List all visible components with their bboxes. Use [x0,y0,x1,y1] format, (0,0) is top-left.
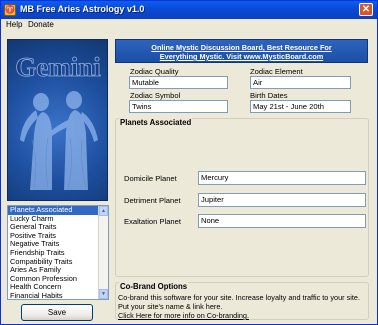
zodiac-symbol-label: Zodiac Symbol [130,91,181,100]
list-item-positive-traits[interactable]: Positive Traits [8,232,99,241]
list-item-lucky-charm[interactable]: Lucky Charm [8,215,99,224]
detriment-planet-label: Detriment Planet [124,196,181,205]
window-title: MB Free Aries Astrology v1.0 [20,4,145,14]
birth-dates-label: Birth Dates [250,91,288,100]
topic-list[interactable]: Planets Associated Lucky Charm General T… [7,205,109,300]
twins-figures [20,91,98,190]
zodiac-element-field[interactable]: Air [250,76,351,89]
gemini-twins-illustration: Gemini [15,52,102,190]
banner-line-2[interactable]: Everything Mystic. Visit www.MysticBoard… [116,52,367,61]
list-item-compatibility-traits[interactable]: Compatibility Traits [8,258,99,267]
domicile-planet-label: Domicile Planet [124,174,177,183]
close-button[interactable]: ✕ [359,3,373,16]
zodiac-info: Zodiac Quality Mutable Zodiac Element Ai… [115,67,368,115]
list-item-health-concern[interactable]: Health Concern [8,283,99,292]
list-scrollbar[interactable]: ▲ ▼ [98,206,108,299]
list-item-general-traits[interactable]: General Traits [8,223,99,232]
list-item-aries-as-family[interactable]: Aries As Family [8,266,99,275]
list-item-financial-habits[interactable]: Financial Habits [8,292,99,299]
list-item-friendship-traits[interactable]: Friendship Traits [8,249,99,258]
sign-name-text: Gemini [15,52,101,82]
list-item-planets-associated[interactable]: Planets Associated [8,206,99,215]
zodiac-quality-label: Zodiac Quality [130,67,179,76]
list-item-common-profession[interactable]: Common Profession [8,275,99,284]
birth-dates-field[interactable]: May 21st - June 20th [250,100,351,113]
menu-bar: Help Donate [1,19,377,32]
menu-donate[interactable]: Donate [28,20,54,29]
zodiac-symbol-field[interactable]: Twins [129,100,228,113]
zodiac-quality-field[interactable]: Mutable [129,76,228,89]
topic-list-items: Planets Associated Lucky Charm General T… [8,206,99,299]
save-button[interactable]: Save [21,304,93,321]
app-window: ♈ MB Free Aries Astrology v1.0 ✕ Help Do… [0,0,378,325]
mysticboard-banner[interactable]: Online Mystic Discussion Board, Best Res… [115,39,368,63]
menu-help[interactable]: Help [6,20,22,29]
zodiac-element-label: Zodiac Element [250,67,303,76]
co-branding-link[interactable]: Click Here for more info on Co-branding. [118,311,249,320]
detriment-planet-field[interactable]: Jupiter [198,193,366,207]
planets-associated-group: Planets Associated Domicile Planet Mercu… [115,118,369,277]
banner-line-1[interactable]: Online Mystic Discussion Board, Best Res… [116,43,367,52]
co-brand-description: Co-brand this software for your site. In… [118,293,360,311]
co-brand-title: Co-Brand Options [119,282,189,291]
exaltation-planet-label: Exaltation Planet [124,217,181,226]
aries-app-icon: ♈ [4,4,16,16]
scroll-down-arrow-icon[interactable]: ▼ [99,289,108,299]
planets-group-title: Planets Associated [119,118,193,127]
list-item-negative-traits[interactable]: Negative Traits [8,240,99,249]
scroll-up-arrow-icon[interactable]: ▲ [99,206,108,216]
domicile-planet-field[interactable]: Mercury [198,171,366,185]
exaltation-planet-field[interactable]: None [198,214,366,228]
co-brand-group: Co-Brand Options Co-brand this software … [115,282,369,320]
sign-illustration-panel: Gemini [7,39,108,201]
title-bar[interactable]: ♈ MB Free Aries Astrology v1.0 ✕ [1,1,377,19]
